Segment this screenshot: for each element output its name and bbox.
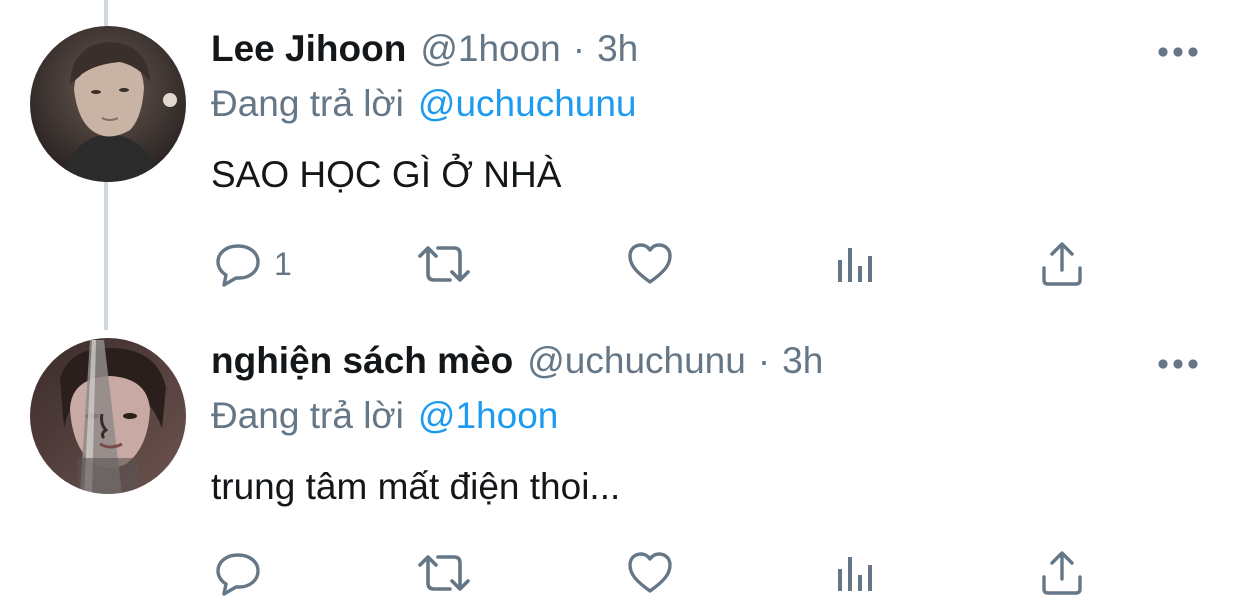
more-icon[interactable] xyxy=(1156,42,1200,62)
retweet-button[interactable] xyxy=(416,548,472,598)
author-name[interactable]: Lee Jihoon xyxy=(211,28,406,70)
reply-button[interactable]: 1 xyxy=(214,239,292,289)
replying-to-label: Đang trả lời xyxy=(211,395,404,436)
share-button[interactable] xyxy=(1038,548,1086,598)
tweet-text: trung tâm mất điện thoi... xyxy=(211,466,621,507)
tweet[interactable]: Lee Jihoon @1hoon · 3h Đang trả lời @uchu… xyxy=(0,0,1242,320)
reply-count: 1 xyxy=(274,245,292,282)
share-icon xyxy=(1038,240,1086,288)
author-handle[interactable]: @uchuchunu xyxy=(527,340,746,382)
tweet-text: SAO HỌC GÌ Ở NHÀ xyxy=(211,154,562,195)
like-button[interactable] xyxy=(626,239,674,289)
tweet-actions: 1 xyxy=(0,239,1242,289)
reply-button[interactable] xyxy=(214,548,274,598)
header-separator: · xyxy=(757,340,771,381)
replying-to-label: Đang trả lời xyxy=(211,83,404,124)
more-icon[interactable] xyxy=(1156,354,1200,374)
like-icon xyxy=(626,549,674,597)
replying-to-line: Đang trả lời @1hoon xyxy=(211,395,558,437)
timestamp[interactable]: 3h xyxy=(782,340,823,382)
avatar[interactable] xyxy=(30,338,186,494)
tweet-header: nghiện sách mèo @uchuchunu · 3h xyxy=(211,340,823,388)
author-name[interactable]: nghiện sách mèo xyxy=(211,340,513,382)
tweet-header: Lee Jihoon @1hoon · 3h xyxy=(211,28,638,76)
tweet[interactable]: nghiện sách mèo @uchuchunu · 3h Đang trả… xyxy=(0,318,1242,610)
analytics-button[interactable] xyxy=(834,239,878,289)
like-button[interactable] xyxy=(626,548,674,598)
retweet-icon xyxy=(416,240,472,288)
share-icon xyxy=(1038,549,1086,597)
header-separator: · xyxy=(572,28,586,69)
reply-icon xyxy=(214,240,262,288)
reply-icon xyxy=(214,549,262,597)
tweet-actions xyxy=(0,548,1242,598)
reply-thread: Lee Jihoon @1hoon · 3h Đang trả lời @uchu… xyxy=(0,0,1242,610)
author-handle[interactable]: @1hoon xyxy=(420,28,560,70)
analytics-icon xyxy=(834,240,878,288)
timestamp[interactable]: 3h xyxy=(597,28,638,70)
replying-to-line: Đang trả lời @uchuchunu xyxy=(211,83,637,125)
retweet-icon xyxy=(416,549,472,597)
share-button[interactable] xyxy=(1038,239,1086,289)
replying-to-handle[interactable]: @uchuchunu xyxy=(418,83,637,124)
avatar[interactable] xyxy=(30,26,186,182)
retweet-button[interactable] xyxy=(416,239,472,289)
analytics-button[interactable] xyxy=(834,548,878,598)
replying-to-handle[interactable]: @1hoon xyxy=(418,395,558,436)
like-icon xyxy=(626,240,674,288)
analytics-icon xyxy=(834,549,878,597)
